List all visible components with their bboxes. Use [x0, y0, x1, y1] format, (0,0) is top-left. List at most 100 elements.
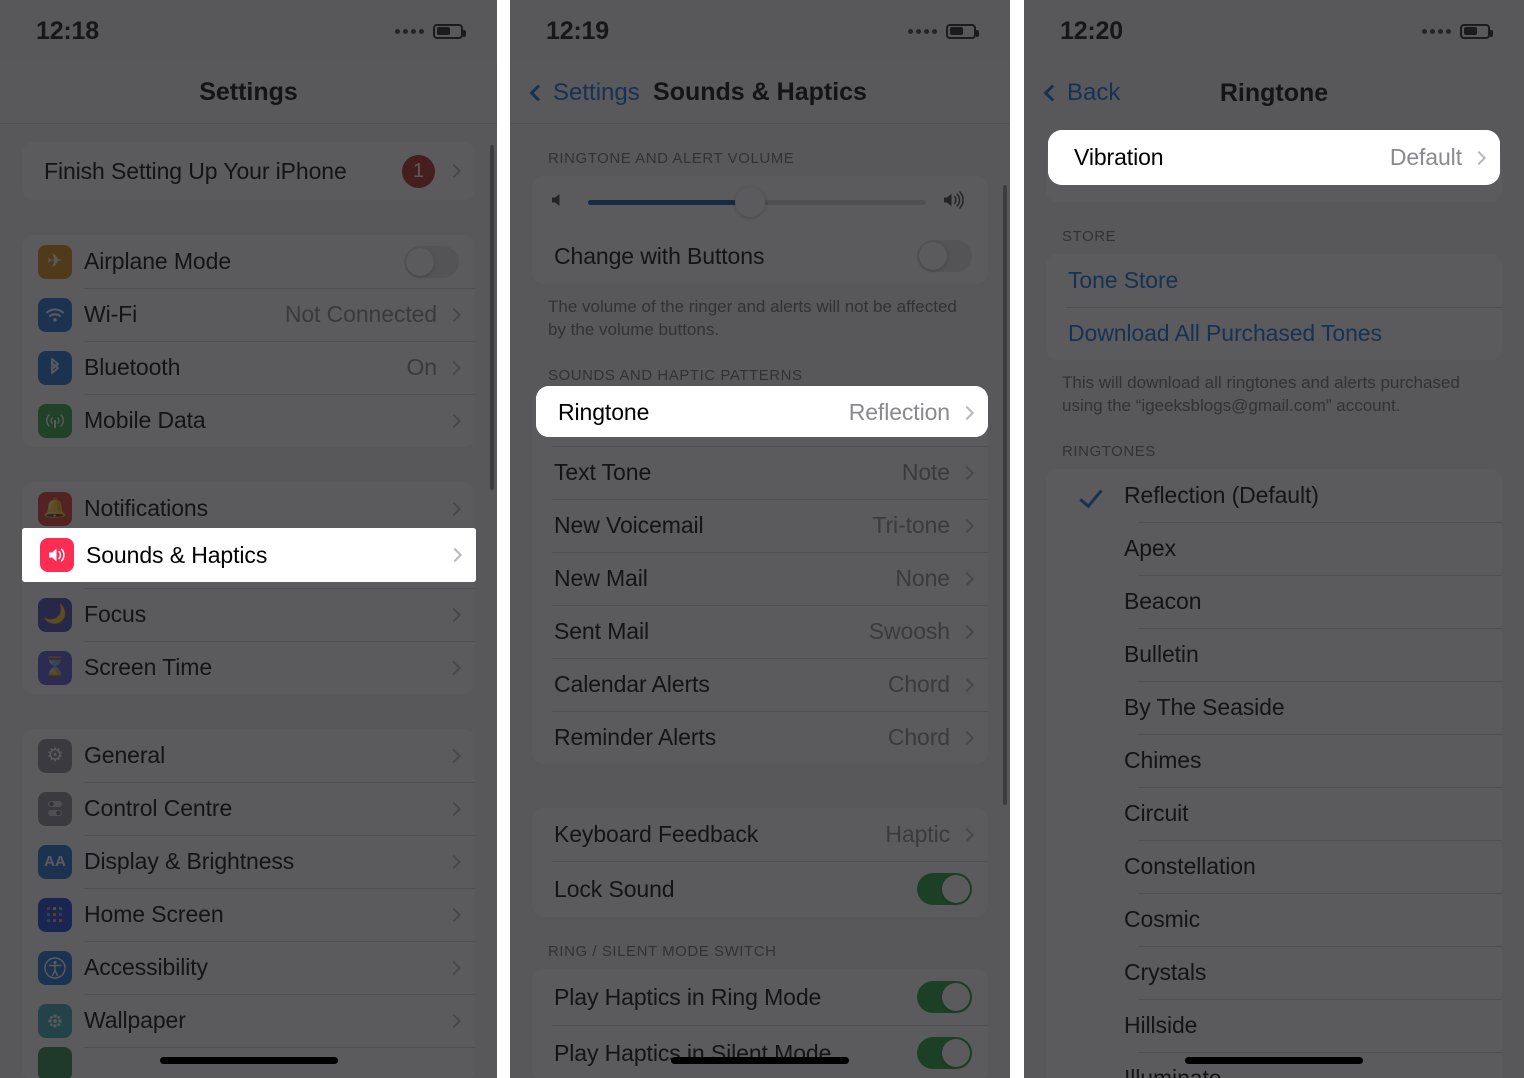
row-airplane-mode[interactable]: ✈ Airplane Mode: [22, 235, 475, 288]
row-calendar-alerts[interactable]: Calendar Alerts Chord: [532, 658, 988, 712]
row-value: Default: [1389, 144, 1462, 170]
row-wifi[interactable]: Wi-Fi Not Connected: [22, 288, 475, 341]
row-reminder-alerts[interactable]: Reminder Alerts Chord: [532, 711, 988, 765]
highlight-sounds-haptics[interactable]: Sounds & Haptics: [22, 528, 476, 582]
grid-icon: [38, 897, 72, 932]
row-display-brightness[interactable]: AA Display & Brightness: [22, 835, 475, 888]
row-value: On: [406, 354, 438, 380]
airplane-toggle[interactable]: [404, 245, 459, 278]
wifi-icon: [38, 297, 72, 332]
row-tone-circuit[interactable]: Circuit: [1046, 787, 1502, 841]
highlight-ringtone[interactable]: Ringtone Reflection: [536, 386, 988, 437]
row-tone-reflection[interactable]: Reflection (Default): [1046, 469, 1502, 523]
row-new-voicemail[interactable]: New Voicemail Tri-tone: [532, 499, 988, 553]
volume-section-header: RINGTONE AND ALERT VOLUME: [548, 150, 795, 167]
group-patterns: Ringtone Reflection Text Tone Note New V…: [532, 393, 988, 765]
row-tone-hillside[interactable]: Hillside: [1046, 999, 1502, 1053]
row-tone-apex[interactable]: Apex: [1046, 522, 1502, 576]
row-haptics-ring-mode[interactable]: Play Haptics in Ring Mode: [532, 969, 988, 1026]
speaker-low-icon: [550, 191, 572, 213]
row-lock-sound[interactable]: Lock Sound: [532, 861, 988, 918]
group-connectivity: ✈ Airplane Mode Wi-Fi Not Connected Blue…: [22, 235, 475, 447]
group-volume: Change with Buttons: [532, 176, 988, 284]
row-tone-constellation[interactable]: Constellation: [1046, 840, 1502, 894]
row-home-screen[interactable]: Home Screen: [22, 888, 475, 941]
back-label: Back: [1067, 79, 1121, 106]
row-finish-setup[interactable]: Finish Setting Up Your iPhone 1: [22, 142, 475, 200]
panel-ringtone: 12:20 Back Ringtone Vibration: [1024, 0, 1524, 1078]
volume-section-footer: The volume of the ringer and alerts will…: [548, 297, 957, 339]
panel-settings: 12:18 Settings Finish Setting Up Your iP…: [0, 0, 497, 1078]
row-focus[interactable]: 🌙 Focus: [22, 588, 475, 641]
row-tone-by-the-seaside[interactable]: By The Seaside: [1046, 681, 1502, 735]
nav-bar: Back Ringtone: [1024, 62, 1524, 124]
signal-icon: [395, 28, 424, 34]
status-indicators: [908, 23, 979, 39]
volume-slider-fill: [588, 199, 751, 205]
row-label: Bluetooth: [84, 354, 181, 380]
row-general[interactable]: ⚙ General: [22, 729, 475, 782]
highlight-vibration[interactable]: Vibration Default: [1048, 130, 1500, 185]
row-label: General: [84, 742, 166, 768]
back-button[interactable]: Settings: [529, 62, 640, 123]
row-label: Crystals: [1124, 959, 1207, 986]
row-text-tone[interactable]: Text Tone Note: [532, 446, 988, 500]
row-vibration-highlighted[interactable]: Vibration Default: [1048, 130, 1500, 185]
scroll-indicator[interactable]: [490, 145, 494, 490]
panel-sounds-haptics: 12:19 Settings Sounds & Haptics RINGTONE…: [510, 0, 1010, 1078]
three-panel-screenshot: 12:18 Settings Finish Setting Up Your iP…: [0, 0, 1524, 1078]
row-sounds-haptics-highlighted[interactable]: Sounds & Haptics: [22, 528, 476, 582]
group-feedback: Keyboard Feedback Haptic Lock Sound: [532, 808, 988, 918]
row-bluetooth[interactable]: Bluetooth On: [22, 341, 475, 394]
row-label: By The Seaside: [1124, 694, 1285, 721]
row-change-with-buttons[interactable]: Change with Buttons: [532, 228, 988, 284]
row-keyboard-feedback[interactable]: Keyboard Feedback Haptic: [532, 808, 988, 862]
row-ringtone-highlighted[interactable]: Ringtone Reflection: [536, 386, 988, 437]
row-value: None: [895, 565, 950, 592]
row-tone-crystals[interactable]: Crystals: [1046, 946, 1502, 1000]
hourglass-icon: ⌛: [38, 650, 72, 685]
row-download-purchased-tones[interactable]: Download All Purchased Tones: [1046, 307, 1502, 360]
volume-slider-track[interactable]: [588, 187, 926, 217]
status-indicators: [395, 23, 466, 39]
row-new-mail[interactable]: New Mail None: [532, 552, 988, 606]
volume-slider-thumb[interactable]: [735, 187, 766, 217]
change-with-buttons-toggle[interactable]: [917, 240, 972, 272]
promo-group: Finish Setting Up Your iPhone 1: [22, 142, 475, 200]
group-store: Tone Store Download All Purchased Tones: [1046, 254, 1502, 360]
row-wallpaper[interactable]: Wallpaper: [22, 994, 475, 1047]
page-title: Ringtone: [1219, 78, 1329, 107]
chevron-left-icon: [529, 84, 547, 101]
row-screen-time[interactable]: ⌛ Screen Time: [22, 641, 475, 694]
chevron-right-icon: [446, 607, 462, 622]
row-tone-bulletin[interactable]: Bulletin: [1046, 628, 1502, 682]
haptics-ring-toggle[interactable]: [917, 981, 972, 1014]
home-indicator: [671, 1057, 849, 1064]
switches-icon: [38, 791, 72, 826]
row-tone-cosmic[interactable]: Cosmic: [1046, 893, 1502, 947]
chevron-right-icon: [446, 413, 462, 428]
scroll-indicator[interactable]: [1003, 185, 1007, 805]
row-control-centre[interactable]: Control Centre: [22, 782, 475, 835]
row-label: Change with Buttons: [554, 242, 765, 269]
home-indicator: [1185, 1057, 1363, 1064]
back-button[interactable]: Back: [1043, 62, 1121, 124]
haptics-silent-toggle[interactable]: [917, 1037, 972, 1070]
row-haptics-silent-mode[interactable]: Play Haptics in Silent Mode: [532, 1025, 988, 1078]
row-mobile-data[interactable]: Mobile Data: [22, 394, 475, 447]
sounds-haptics-screen: 12:19 Settings Sounds & Haptics RINGTONE…: [510, 0, 1010, 1078]
store-section-footer: This will download all ringtones and ale…: [1062, 373, 1460, 415]
lock-sound-toggle[interactable]: [917, 873, 972, 906]
row-label: Reminder Alerts: [554, 724, 717, 751]
store-section-header: STORE: [1062, 228, 1117, 245]
row-accessibility[interactable]: Accessibility: [22, 941, 475, 994]
row-label: Tone Store: [1068, 267, 1179, 293]
row-tone-chimes[interactable]: Chimes: [1046, 734, 1502, 788]
row-tone-store[interactable]: Tone Store: [1046, 254, 1502, 307]
row-sent-mail[interactable]: Sent Mail Swoosh: [532, 605, 988, 659]
chevron-right-icon: [959, 405, 975, 420]
row-tone-beacon[interactable]: Beacon: [1046, 575, 1502, 629]
chevron-right-icon: [959, 624, 975, 639]
volume-slider-row[interactable]: [532, 176, 988, 228]
battery-icon: [433, 23, 466, 39]
